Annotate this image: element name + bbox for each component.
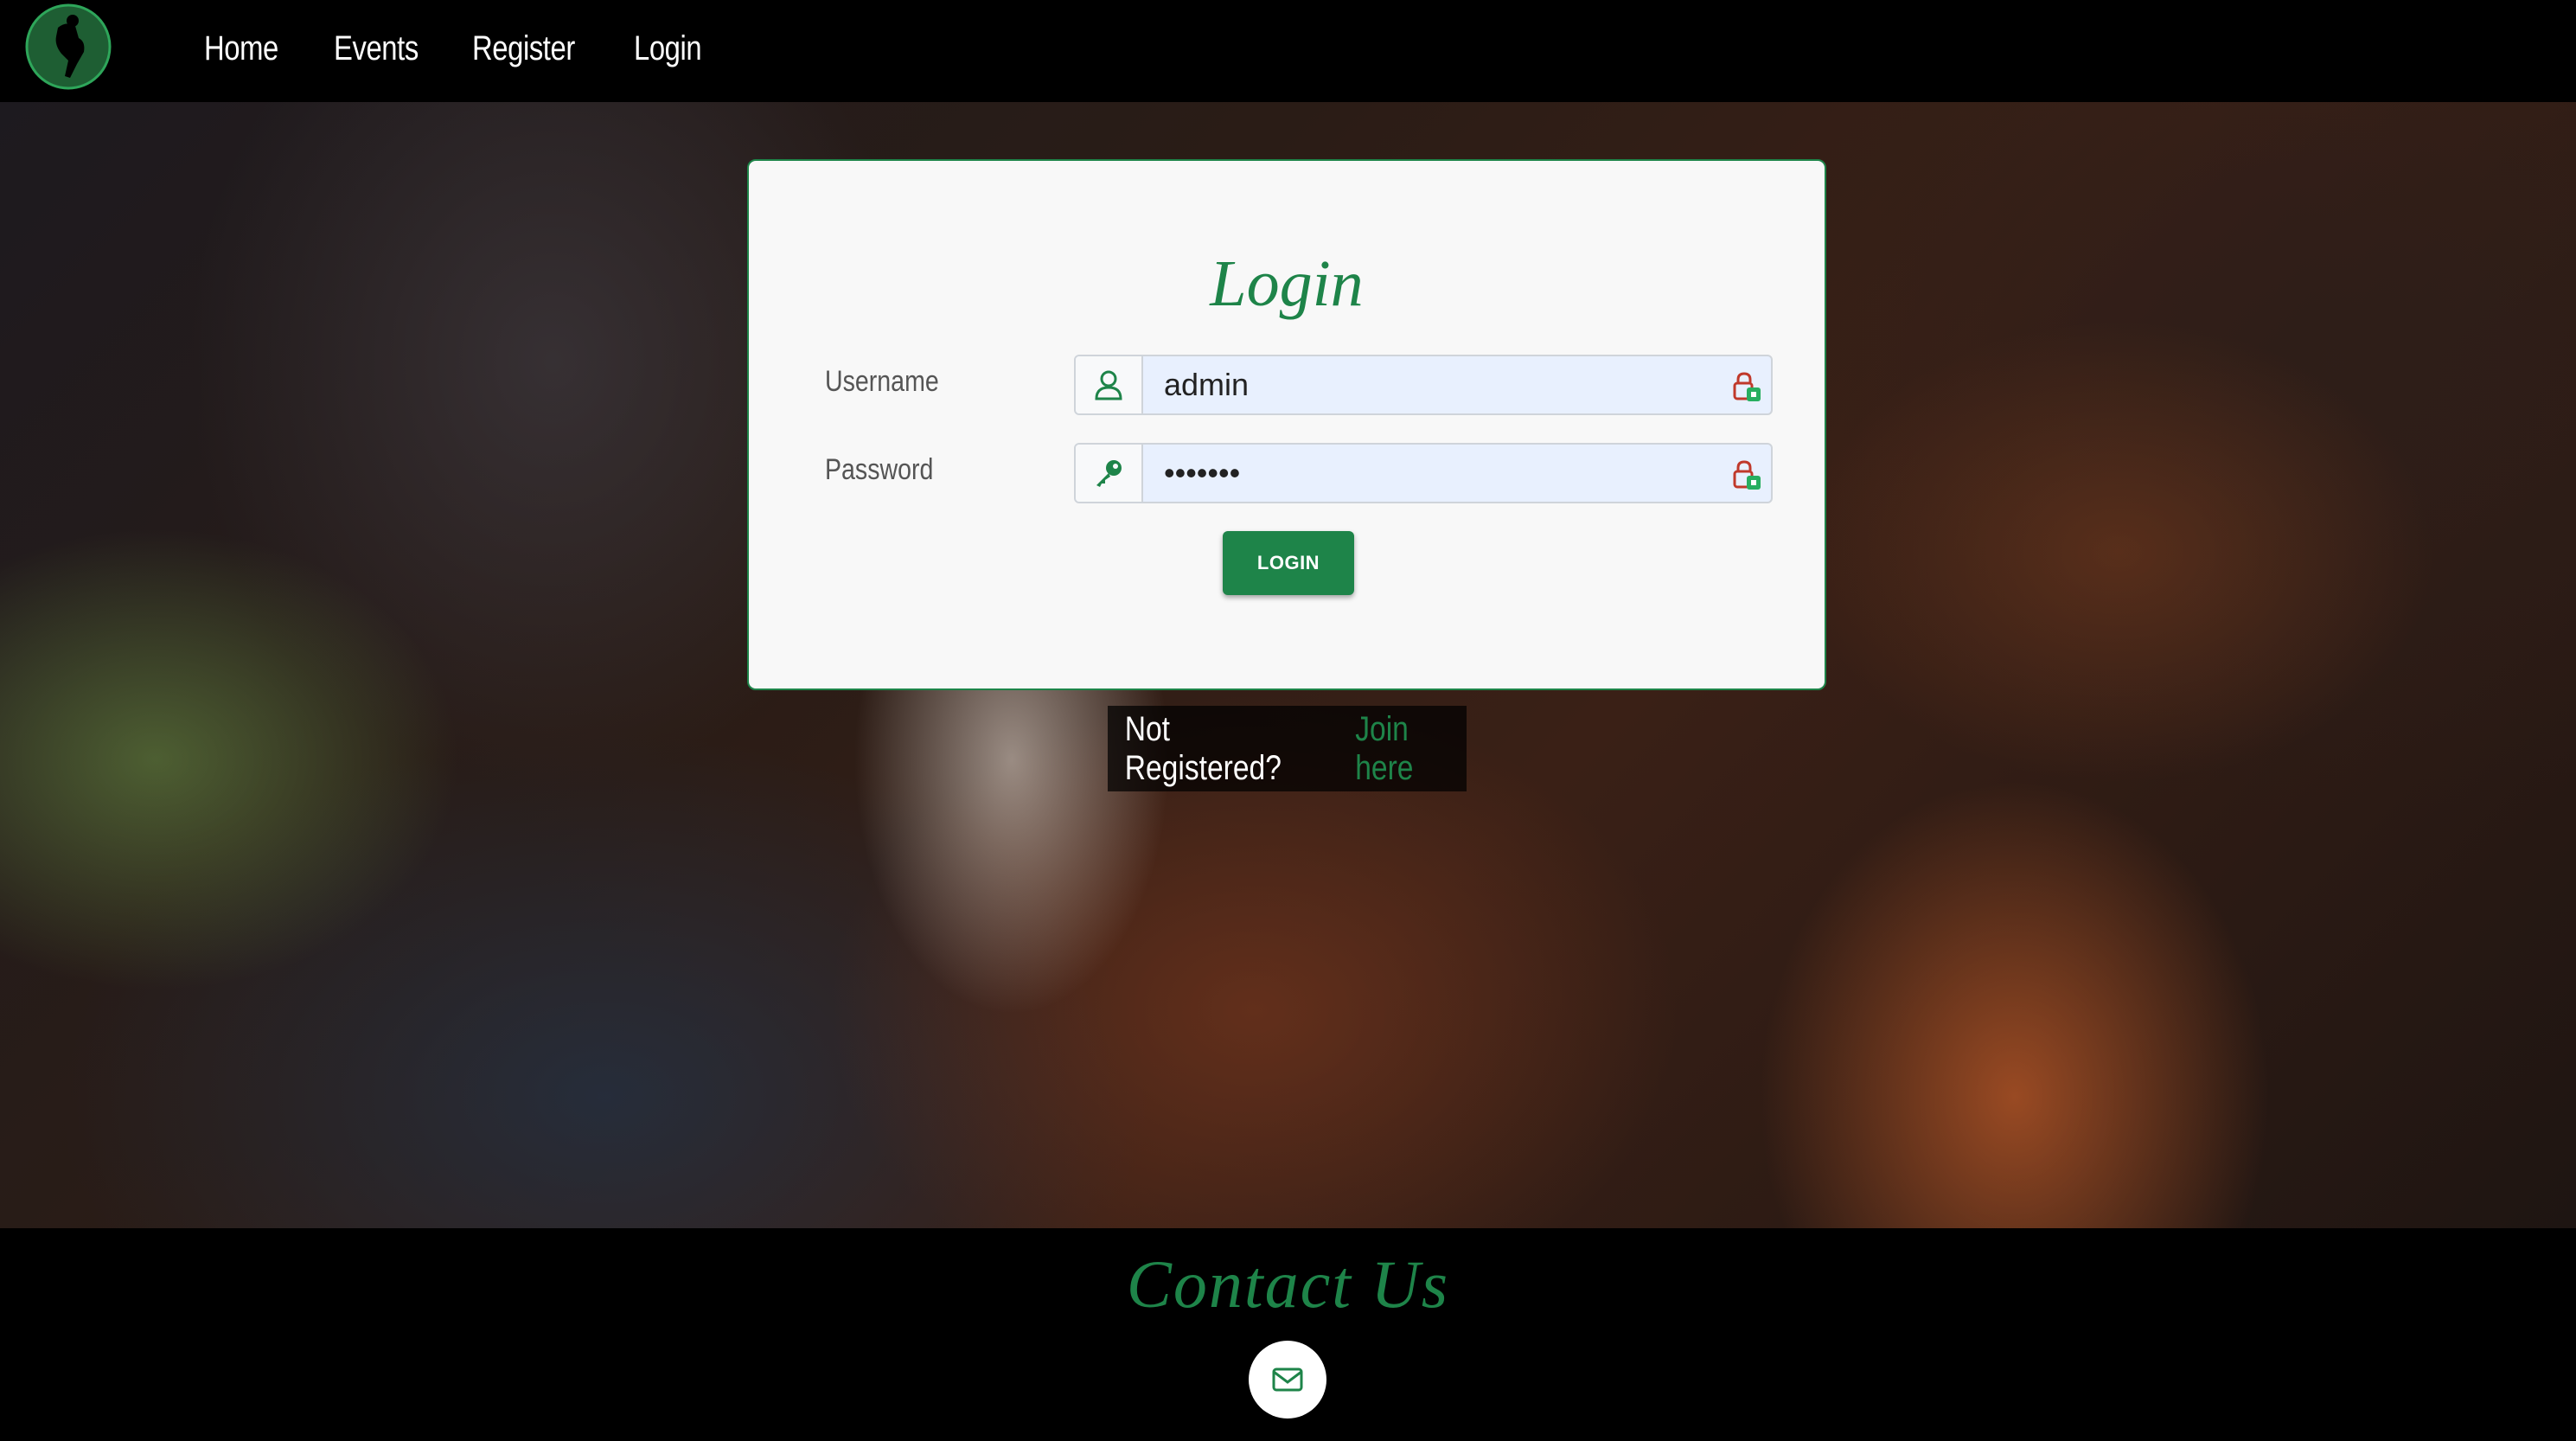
- climber-logo-icon[interactable]: [25, 3, 112, 90]
- footer: Contact Us: [0, 1228, 2576, 1441]
- username-label: Username: [825, 365, 939, 398]
- password-label: Password: [825, 453, 934, 486]
- login-button[interactable]: LOGIN: [1223, 531, 1354, 595]
- login-title: Login: [1210, 247, 1364, 320]
- password-manager-icon[interactable]: [1731, 458, 1764, 491]
- user-icon: [1095, 370, 1122, 400]
- nav-home-link[interactable]: Home: [204, 24, 278, 73]
- username-input-group: [1074, 355, 1773, 415]
- username-addon: [1076, 356, 1143, 413]
- not-registered-text: Not Registered?: [1124, 709, 1282, 787]
- username-input[interactable]: [1145, 356, 1719, 413]
- login-card: Login Username Password: [747, 159, 1826, 690]
- password-input[interactable]: [1145, 445, 1719, 502]
- join-here-link[interactable]: Join here: [1355, 710, 1457, 788]
- key-icon: [1096, 460, 1122, 487]
- nav-login-link[interactable]: Login: [634, 24, 702, 73]
- contact-us-title: Contact Us: [1126, 1246, 1450, 1322]
- top-navbar: Home Events Register Login: [0, 0, 2576, 102]
- contact-email-button[interactable]: [1249, 1341, 1326, 1419]
- password-input-group: [1074, 443, 1773, 503]
- register-prompt: Not Registered? Join here: [1108, 706, 1467, 791]
- password-manager-icon[interactable]: [1731, 370, 1764, 403]
- envelope-icon: [1272, 1367, 1303, 1392]
- nav-register-link[interactable]: Register: [472, 24, 575, 73]
- nav-events-link[interactable]: Events: [334, 24, 419, 73]
- password-addon: [1076, 445, 1143, 502]
